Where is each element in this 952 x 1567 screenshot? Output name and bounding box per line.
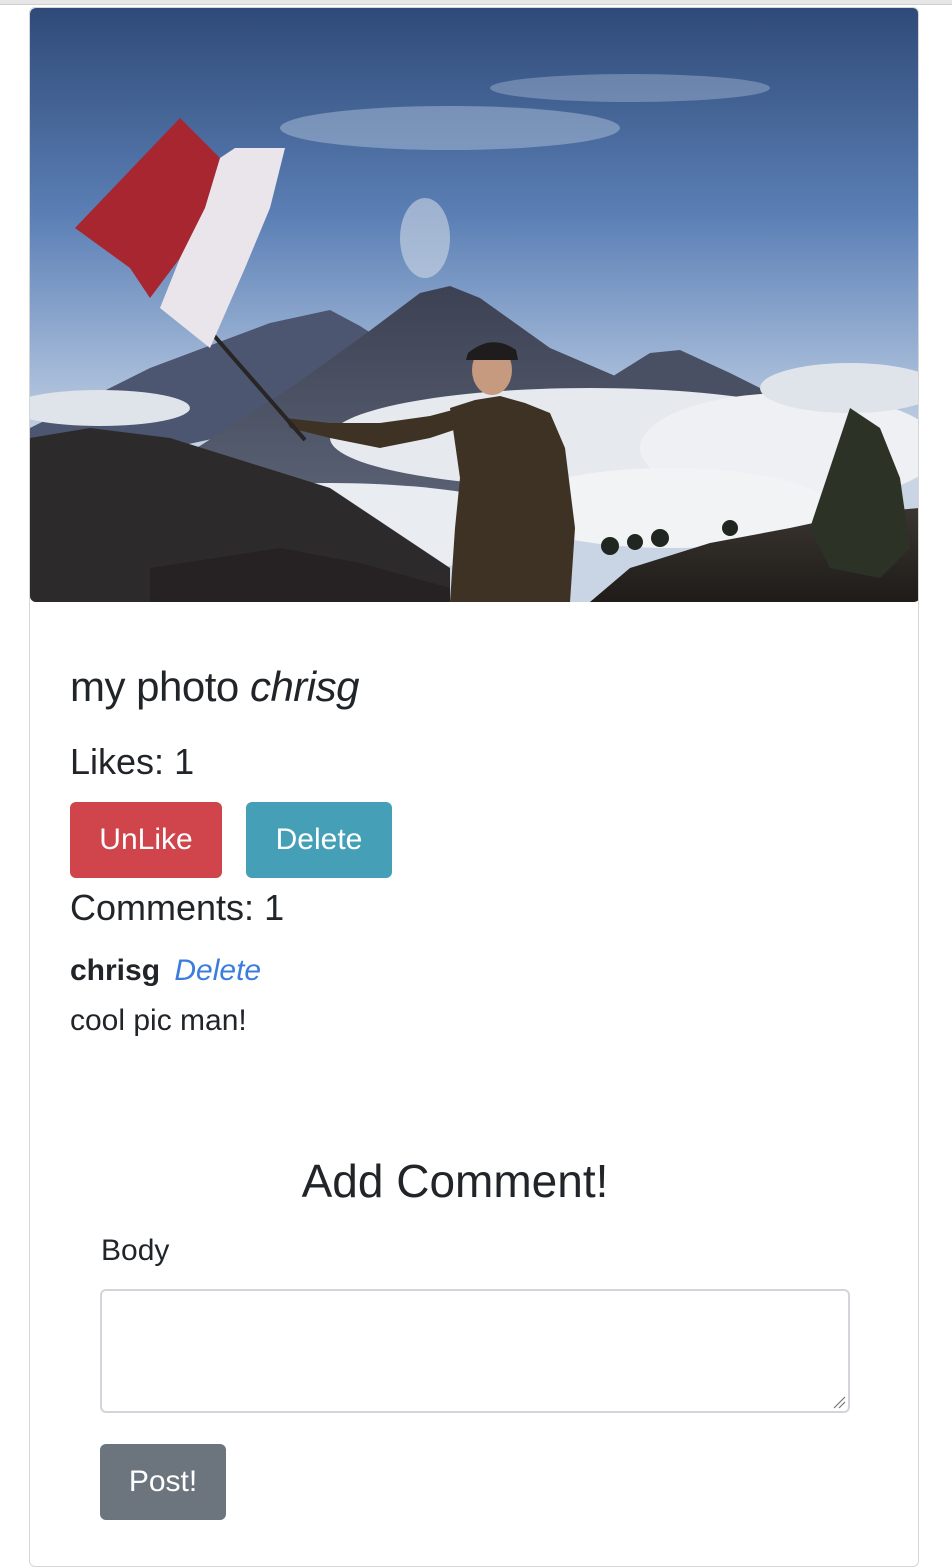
comments-count: Comments: 1 (70, 888, 284, 928)
post-author: chrisg (249, 663, 360, 710)
add-comment-heading: Add Comment! (301, 1155, 609, 1207)
comment-author: chrisg (70, 954, 161, 987)
unlike-button[interactable]: UnLike (70, 802, 222, 878)
browser-top-border (0, 0, 952, 5)
delete-comment-link[interactable]: Delete (174, 954, 261, 987)
likes-value: 1 (174, 741, 195, 782)
post-title: my photo chrisg (70, 663, 360, 710)
delete-post-button[interactable]: Delete (246, 802, 392, 878)
comment-body: cool pic man! (70, 1004, 247, 1037)
comment-header: chrisg Delete (70, 954, 261, 987)
body-field-label: Body (101, 1234, 170, 1267)
post-caption: my photo (70, 663, 239, 710)
comment-body-textarea[interactable] (100, 1289, 850, 1413)
resize-handle-icon[interactable] (832, 1395, 846, 1409)
post-card: my photo chrisg Likes: 1 UnLike Delete C… (29, 7, 919, 1567)
comments-value: 1 (264, 887, 285, 928)
post-photo (30, 8, 918, 602)
comments-label: Comments: (70, 887, 255, 928)
likes-label: Likes: (70, 741, 165, 782)
post-comment-button[interactable]: Post! (100, 1444, 226, 1520)
likes-count: Likes: 1 (70, 742, 194, 782)
